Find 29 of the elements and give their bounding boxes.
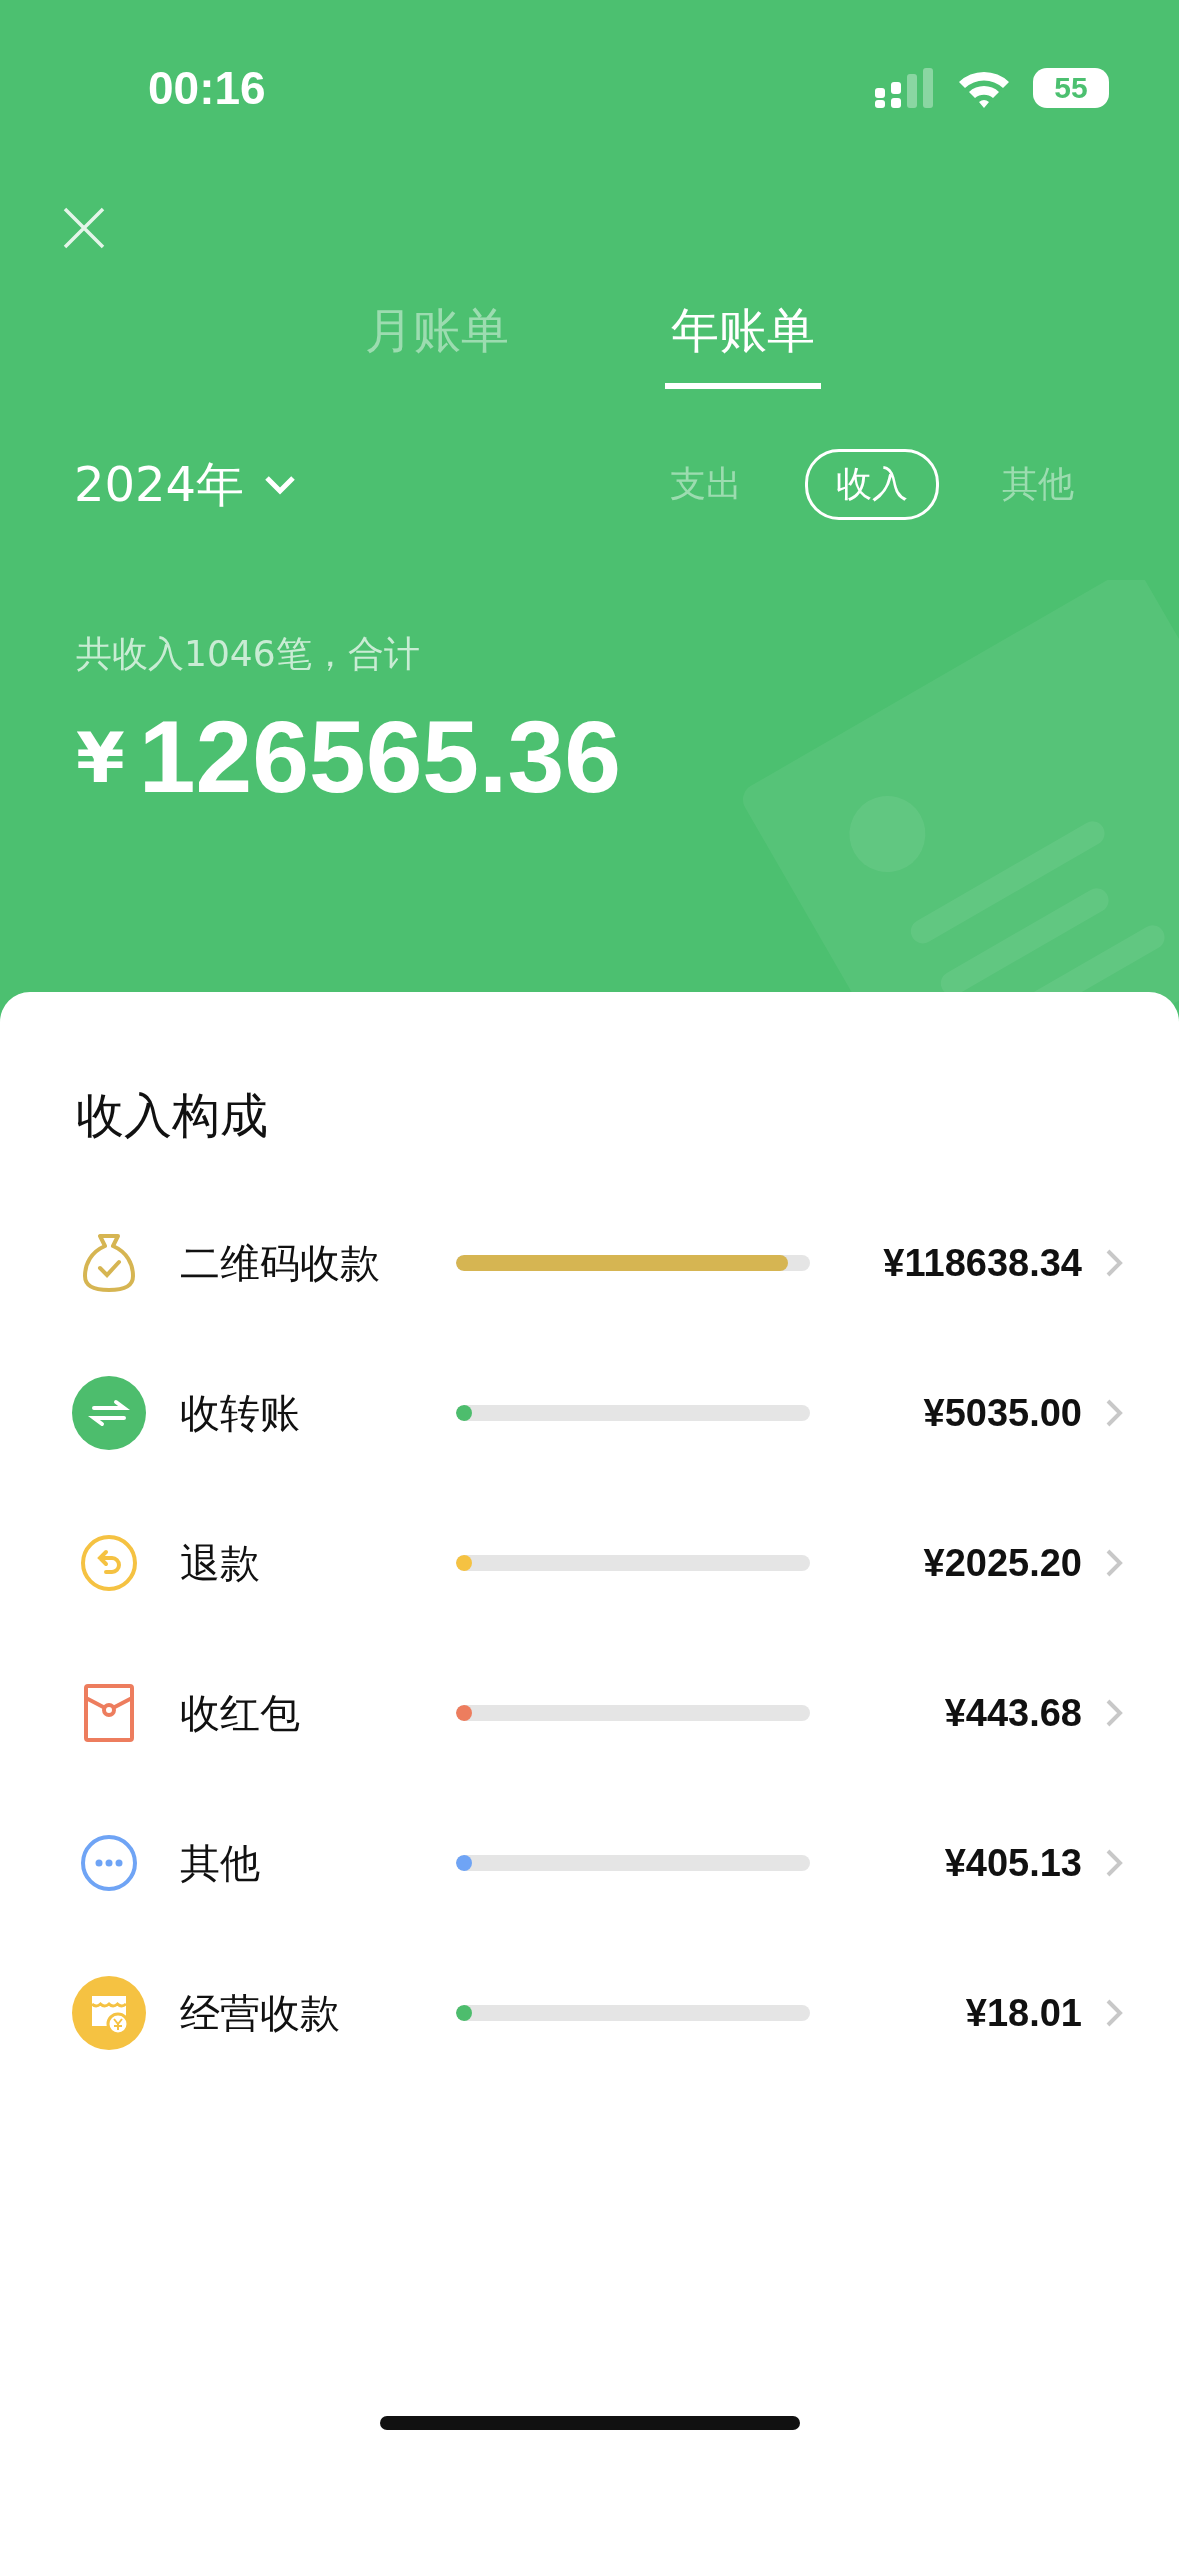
category-label[interactable]: 收转账 (180, 1385, 458, 1441)
chevron-right-icon[interactable] (1104, 1548, 1124, 1578)
category-label[interactable]: 收红包 (180, 1685, 458, 1741)
category-label[interactable]: 其他 (180, 1835, 458, 1891)
signal-icon (875, 68, 935, 108)
category-label[interactable]: 二维码收款 (180, 1235, 458, 1291)
chevron-right-icon[interactable] (1104, 1398, 1124, 1428)
category-amount: ¥443.68 (943, 1691, 1082, 1735)
summary-caption: 共收入1046笔，合计 (76, 632, 420, 676)
status-time: 00:16 (148, 61, 266, 115)
category-label[interactable]: 经营收款 (180, 1985, 458, 2041)
chevron-right-icon[interactable] (1104, 1698, 1124, 1728)
category-amount: ¥405.13 (943, 1841, 1082, 1885)
close-icon[interactable] (62, 206, 106, 250)
total-amount: 126565.36 (138, 699, 621, 816)
section-title: 收入构成 (76, 1086, 268, 1145)
category-amount: ¥5035.00 (922, 1391, 1082, 1435)
category-label[interactable]: 退款 (180, 1535, 458, 1591)
chevron-right-icon[interactable] (1104, 1248, 1124, 1278)
chevron-right-icon[interactable] (1104, 1848, 1124, 1878)
category-amount: ¥2025.20 (922, 1541, 1082, 1585)
battery-level: 55 (1033, 68, 1109, 108)
currency-symbol: ¥ (76, 716, 125, 799)
category-amount: ¥18.01 (964, 1991, 1082, 2035)
transfer-icon (72, 1376, 146, 1450)
chevron-right-icon[interactable] (1104, 1998, 1124, 2028)
chevron-down-icon (264, 474, 297, 495)
category-amount: ¥118638.34 (882, 1241, 1082, 1285)
shop-icon (72, 1976, 146, 2050)
